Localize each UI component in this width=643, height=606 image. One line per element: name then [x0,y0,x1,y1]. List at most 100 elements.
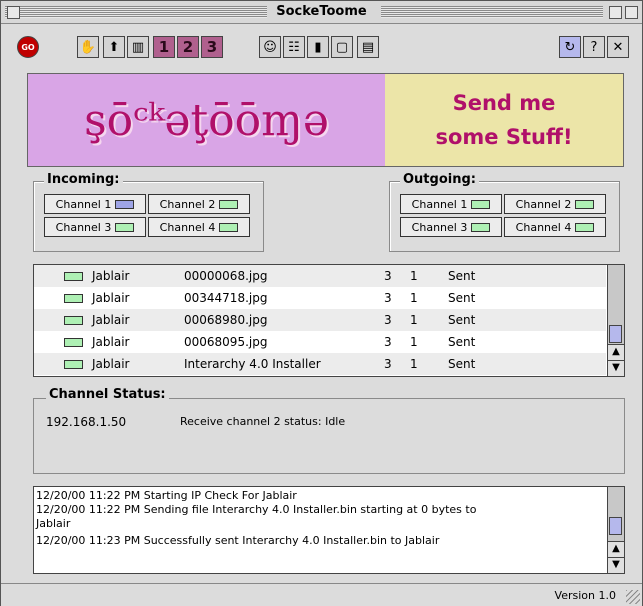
log-line: 12/20/00 11:22 PM Sending file Interarch… [36,503,477,516]
channel-indicator [575,199,595,209]
refresh-icon[interactable]: ↻ [559,36,581,58]
outgoing-channel-3-button[interactable]: Channel 3 [400,217,502,237]
transfer-file: Interarchy 4.0 Installer [184,357,321,371]
table-row[interactable]: Jablair 00000068.jpg 3 1 Sent [34,265,606,287]
footer: Version 1.0 [1,583,642,606]
channel-status-message: Receive channel 2 status: Idle [180,415,346,428]
outgoing-label: Outgoing: [400,172,479,187]
incoming-channel-4-button[interactable]: Channel 4 [148,217,250,237]
channel-indicator [575,222,595,232]
transfer-status: Sent [448,313,476,327]
transfer-file: 00344718.jpg [184,291,268,305]
trash-icon[interactable]: ▥ [127,36,149,58]
banner: şōᶜᵏəţōōɱə Send me some Stuff! [27,73,624,167]
incoming-group: Incoming: Channel 1 Channel 2 Channel 3 … [33,172,264,252]
transfer-user: Jablair [92,291,130,305]
transfer-status: Sent [448,335,476,349]
channel-indicator [219,199,239,209]
collapse-box[interactable] [625,6,638,19]
status-indicator [64,316,83,325]
channel-indicator [219,222,239,232]
transfer-file: 00068980.jpg [184,313,268,327]
transfer-count: 3 [384,291,392,305]
log-panel[interactable]: 12/20/00 11:22 PM Starting IP Check For … [33,486,625,574]
transfer-list-scrollbar[interactable]: ▲ ▼ [607,265,624,376]
channel-3-button[interactable]: 3 [201,36,223,58]
transfer-count: 3 [384,269,392,283]
scroll-up-arrow-icon[interactable]: ▲ [608,541,624,557]
app-window: SockeToome GO ✋ ⬆ ▥ 1 2 3 ☺ ☷ ▮ ▢ ▤ ↻ ? … [0,0,643,606]
status-indicator [64,360,83,369]
scroll-thumb[interactable] [609,517,622,535]
outgoing-group: Outgoing: Channel 1 Channel 2 Channel 3 … [389,172,620,252]
help-icon[interactable]: ? [583,36,605,58]
transfer-count: 3 [384,313,392,327]
scroll-up-arrow-icon[interactable]: ▲ [608,344,624,360]
table-row[interactable]: Jablair 00068980.jpg 3 1 Sent [34,309,606,331]
channel-1-button[interactable]: 1 [153,36,175,58]
log-line: Jablair [36,517,71,530]
log-line: 12/20/00 11:22 PM Starting IP Check For … [36,489,297,502]
send-line-2: some Stuff! [435,125,573,149]
incoming-label: Incoming: [44,172,123,187]
incoming-channel-3-button[interactable]: Channel 3 [44,217,146,237]
status-indicator [64,338,83,347]
transfer-status: Sent [448,291,476,305]
transfer-file: 00000068.jpg [184,269,268,283]
finder-icon[interactable]: ☺ [259,36,281,58]
transfer-user: Jablair [92,269,130,283]
app-logo: şōᶜᵏəţōōɱə [28,74,385,166]
channel-indicator [115,222,135,232]
transfer-list[interactable]: Jablair 00000068.jpg 3 1 Sent Jablair 00… [33,264,625,377]
transfer-count: 3 [384,335,392,349]
transfer-file: 00068095.jpg [184,335,268,349]
outgoing-channel-1-button[interactable]: Channel 1 [400,194,502,214]
transfer-count: 1 [410,313,418,327]
channel-2-button[interactable]: 2 [177,36,199,58]
transfer-status: Sent [448,269,476,283]
channel-indicator [115,199,135,209]
send-me-stuff-banner[interactable]: Send me some Stuff! [385,74,623,166]
status-indicator [64,294,83,303]
zoom-box[interactable] [609,6,622,19]
book-icon[interactable]: ▮ [307,36,329,58]
go-button[interactable]: GO [17,36,39,58]
transfer-status: Sent [448,357,476,371]
log-line: 12/20/00 11:23 PM Successfully sent Inte… [36,534,440,547]
transfer-count: 1 [410,335,418,349]
channel-status-panel: Channel Status: 192.168.1.50 Receive cha… [33,387,625,474]
outgoing-channel-4-button[interactable]: Channel 4 [504,217,606,237]
channel-ip: 192.168.1.50 [46,415,127,429]
close-icon[interactable]: ✕ [607,36,629,58]
table-row[interactable]: Jablair 00344718.jpg 3 1 Sent [34,287,606,309]
title-bar[interactable]: SockeToome [1,1,642,24]
transfer-count: 3 [384,357,392,371]
window-title: SockeToome [1,4,642,19]
scroll-down-arrow-icon[interactable]: ▼ [608,360,624,376]
resize-grip-icon[interactable] [626,590,640,604]
transfer-count: 1 [410,291,418,305]
incoming-channel-1-button[interactable]: Channel 1 [44,194,146,214]
transfer-count: 1 [410,269,418,283]
version-label: Version 1.0 [554,589,616,602]
note-icon[interactable]: ▢ [331,36,353,58]
table-row[interactable]: Jablair Interarchy 4.0 Installer 3 1 Sen… [34,353,606,375]
channel-indicator [471,222,491,232]
status-indicator [64,272,83,281]
scroll-thumb[interactable] [609,325,622,343]
channel-indicator [471,199,491,209]
table-row[interactable]: Jablair 00068095.jpg 3 1 Sent [34,331,606,353]
incoming-channel-2-button[interactable]: Channel 2 [148,194,250,214]
hand-icon[interactable]: ✋ [77,36,99,58]
log-scrollbar[interactable]: ▲ ▼ [607,487,624,573]
scroll-down-arrow-icon[interactable]: ▼ [608,557,624,573]
document-icon[interactable]: ▤ [357,36,379,58]
channel-status-label: Channel Status: [46,387,169,402]
transfer-count: 1 [410,357,418,371]
server-icon[interactable]: ☷ [283,36,305,58]
upload-icon[interactable]: ⬆ [103,36,125,58]
send-line-1: Send me [452,91,556,115]
outgoing-channel-2-button[interactable]: Channel 2 [504,194,606,214]
toolbar: GO ✋ ⬆ ▥ 1 2 3 ☺ ☷ ▮ ▢ ▤ ↻ ? ✕ [11,34,631,64]
transfer-user: Jablair [92,357,130,371]
